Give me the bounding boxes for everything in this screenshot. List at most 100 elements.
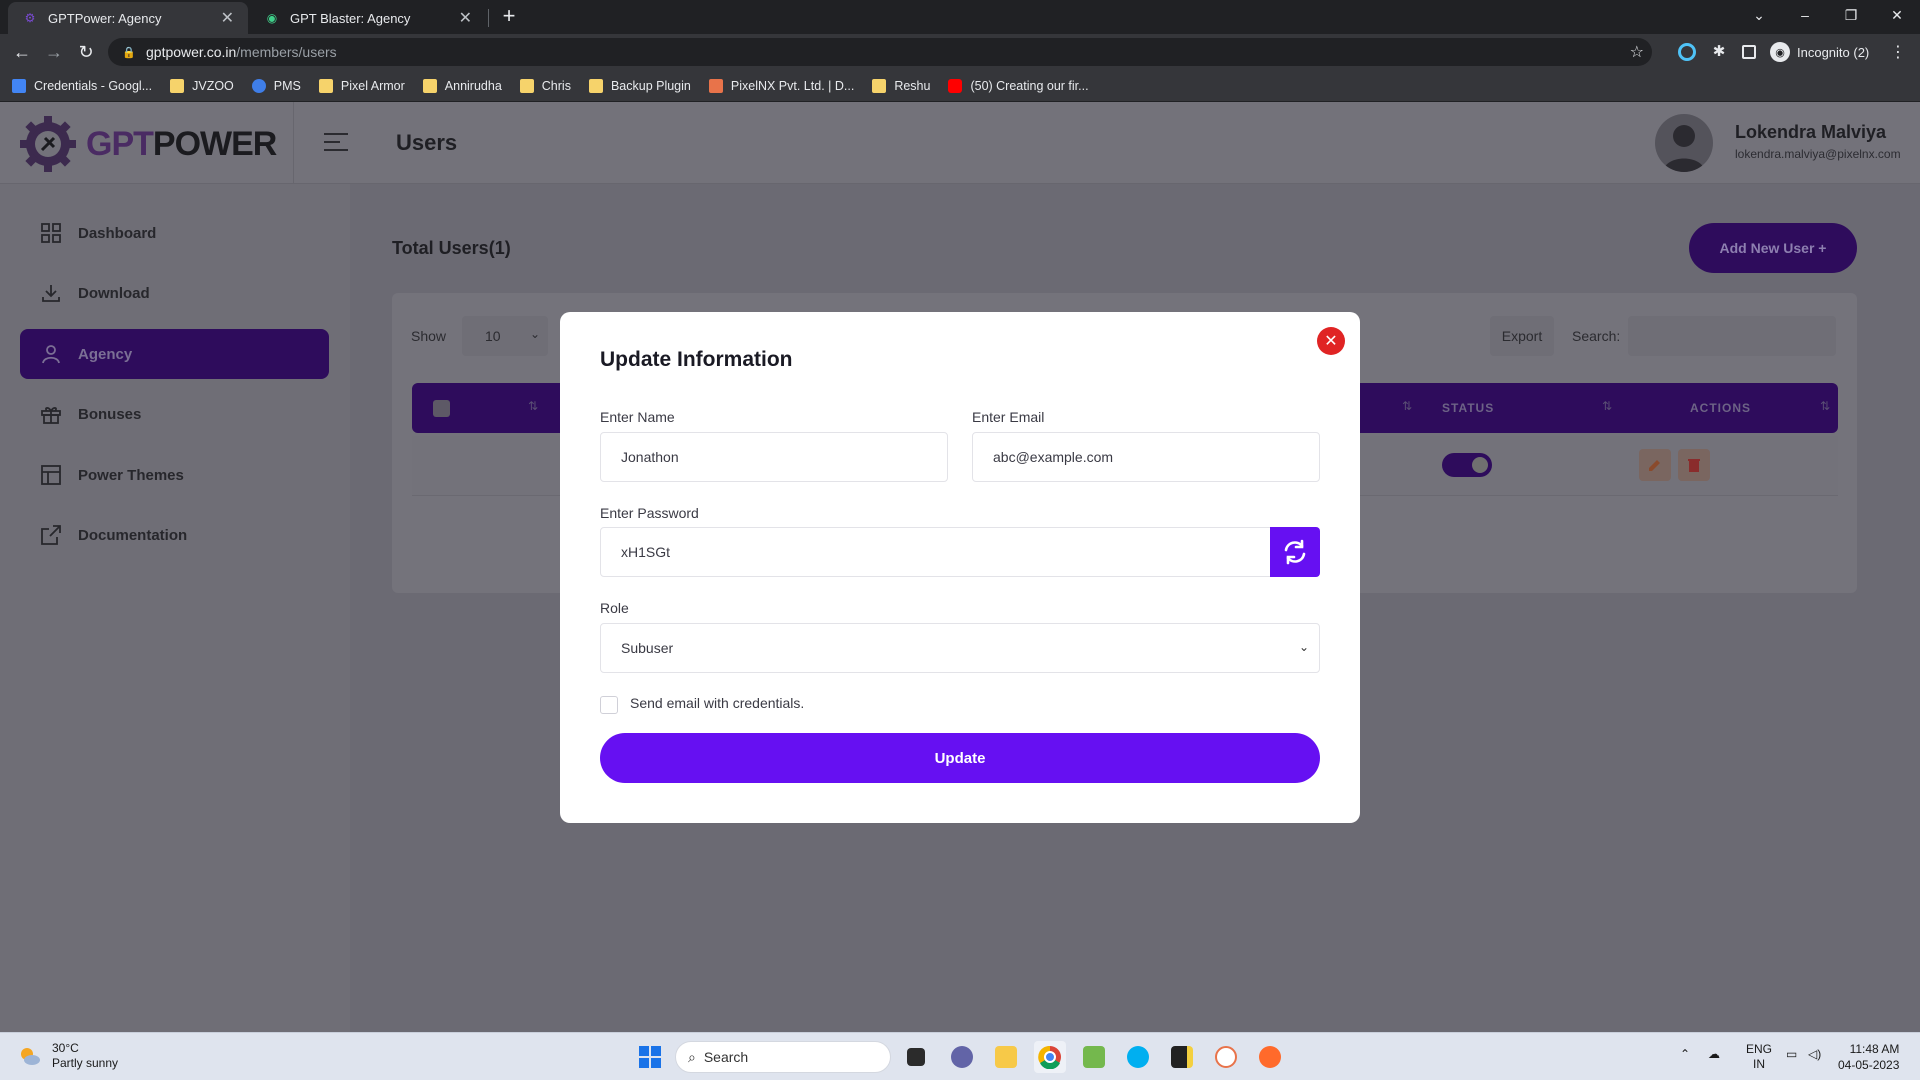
column-header-actions[interactable]: ACTIONS xyxy=(1690,401,1751,415)
url-field[interactable]: 🔒 gptpower.co.in/members/users ☆ xyxy=(108,38,1652,66)
new-tab-button[interactable]: + xyxy=(498,4,520,28)
folder-icon xyxy=(422,78,437,93)
bookmark-item[interactable]: Chris xyxy=(519,78,571,93)
bookmark-item[interactable]: PixelNX Pvt. Ltd. | D... xyxy=(708,78,854,93)
teams-chat-icon[interactable] xyxy=(946,1041,978,1073)
logo-power-text: POWER xyxy=(152,124,277,163)
select-all-checkbox[interactable] xyxy=(433,400,450,417)
extension-color-icon[interactable] xyxy=(1678,43,1696,61)
taskbar-search-box[interactable]: ⌕ Search xyxy=(675,1041,891,1073)
sort-icon[interactable]: ⇅ xyxy=(1820,399,1830,413)
chrome-icon[interactable] xyxy=(1034,1041,1066,1073)
hamburger-menu-icon[interactable] xyxy=(324,133,348,151)
total-users-heading: Total Users(1) xyxy=(392,238,511,258)
show-hidden-icons-chevron-icon[interactable]: ⌃ xyxy=(1680,1047,1690,1061)
incognito-icon: ◉ xyxy=(1770,42,1790,62)
email-field[interactable]: abc@example.com xyxy=(972,432,1320,482)
tab-close-icon[interactable]: ✕ xyxy=(459,8,472,28)
user-silhouette-icon xyxy=(1663,125,1705,172)
bookmark-item[interactable]: Backup Plugin xyxy=(588,78,691,93)
bookmark-item[interactable]: PMS xyxy=(251,78,301,93)
volume-icon[interactable]: ◁) xyxy=(1808,1047,1821,1061)
side-panel-icon[interactable] xyxy=(1742,45,1756,59)
back-button[interactable]: ← xyxy=(10,40,34,64)
sort-icon[interactable]: ⇅ xyxy=(1602,399,1612,413)
weather-description: Partly sunny xyxy=(52,1056,119,1070)
sidebar-item-dashboard[interactable]: Dashboard xyxy=(20,208,329,258)
extensions-puzzle-icon[interactable]: ✱ xyxy=(1710,43,1728,61)
tab-gpt-blaster-agency[interactable]: ◉ GPT Blaster: Agency ✕ xyxy=(250,2,486,34)
page-title: Users xyxy=(396,130,458,155)
weather-widget[interactable]: 30°C Partly sunny xyxy=(18,1041,118,1071)
close-modal-button[interactable]: ✕ xyxy=(1317,327,1345,355)
bookmark-star-icon[interactable]: ☆ xyxy=(1630,42,1644,62)
regenerate-password-button[interactable] xyxy=(1270,527,1320,577)
password-field[interactable]: xH1SGt xyxy=(600,527,1271,577)
folder-icon xyxy=(318,78,333,93)
layout-icon xyxy=(41,465,61,485)
export-button[interactable]: Export xyxy=(1490,316,1554,356)
role-label: Role xyxy=(600,600,629,616)
sort-icon[interactable]: ⇅ xyxy=(1402,399,1412,413)
name-label: Enter Name xyxy=(600,409,675,425)
todo-checkmark-icon[interactable] xyxy=(1210,1041,1242,1073)
forward-button[interactable]: → xyxy=(42,40,66,64)
sidebar-item-label: Power Themes xyxy=(78,466,184,484)
send-email-checkbox[interactable] xyxy=(600,696,618,714)
show-entries-select[interactable]: 10 ⌄ xyxy=(462,316,548,356)
restore-button[interactable]: ❐ xyxy=(1828,0,1874,30)
delete-button[interactable] xyxy=(1678,449,1710,481)
tab-gptpower-agency[interactable]: ⚙ GPTPower: Agency ✕ xyxy=(8,2,248,34)
bookmark-item[interactable]: Reshu xyxy=(872,78,930,93)
sidebar-item-agency[interactable]: Agency xyxy=(20,329,329,379)
gpt-blaster-favicon-icon: ◉ xyxy=(266,11,278,25)
sidebar-item-label: Download xyxy=(78,284,150,302)
sidebar-item-power-themes[interactable]: Power Themes xyxy=(20,450,329,500)
avatar[interactable] xyxy=(1655,114,1713,172)
tab-title: GPTPower: Agency xyxy=(48,10,162,26)
bookmark-label: (50) Creating our fir... xyxy=(970,78,1089,93)
user-name: Lokendra Malviya xyxy=(1735,122,1887,142)
input-language-indicator[interactable]: ENG IN xyxy=(1746,1042,1772,1072)
update-button[interactable]: Update xyxy=(600,733,1320,783)
notepad-icon[interactable] xyxy=(1078,1041,1110,1073)
close-window-button[interactable]: ✕ xyxy=(1874,0,1920,30)
browser-tab-bar: ⚙ GPTPower: Agency ✕ ◉ GPT Blaster: Agen… xyxy=(0,0,1920,34)
pen-app-icon[interactable] xyxy=(1254,1041,1286,1073)
sidebar-item-bonuses[interactable]: Bonuses xyxy=(20,389,329,439)
tab-close-icon[interactable]: ✕ xyxy=(221,8,234,28)
sort-icon[interactable]: ⇅ xyxy=(528,399,538,413)
sidebar-item-documentation[interactable]: Documentation xyxy=(20,510,329,560)
gptpower-logo[interactable]: GPTPOWER xyxy=(18,114,277,174)
skype-icon[interactable] xyxy=(1122,1041,1154,1073)
bookmark-item[interactable]: Pixel Armor xyxy=(318,78,405,93)
tab-search-chevron-icon[interactable]: ⌄ xyxy=(1736,0,1782,30)
reload-button[interactable]: ↻ xyxy=(74,40,98,64)
edit-button[interactable] xyxy=(1639,449,1671,481)
minimize-button[interactable]: – xyxy=(1782,0,1828,30)
search-icon: ⌕ xyxy=(688,1048,696,1065)
table-search-input[interactable] xyxy=(1628,316,1836,356)
windows-start-icon[interactable] xyxy=(634,1041,666,1073)
network-tray-icon[interactable]: ☁ xyxy=(1708,1047,1720,1061)
task-view-icon[interactable] xyxy=(900,1041,932,1073)
display-tray-icon[interactable]: ▭ xyxy=(1786,1047,1797,1061)
column-header-status[interactable]: STATUS xyxy=(1442,401,1494,415)
bookmark-item[interactable]: JVZOO xyxy=(170,78,234,93)
incognito-profile-button[interactable]: ◉ Incognito (2) xyxy=(1770,41,1869,63)
system-clock[interactable]: 11:48 AM 04-05-2023 xyxy=(1838,1041,1899,1073)
add-new-user-button[interactable]: Add New User + xyxy=(1689,223,1857,273)
name-field[interactable]: Jonathon xyxy=(600,432,948,482)
file-explorer-icon[interactable] xyxy=(990,1041,1022,1073)
bookmark-item[interactable]: Credentials - Googl... xyxy=(12,78,152,93)
bookmark-item[interactable]: (50) Creating our fir... xyxy=(948,78,1089,93)
browser-menu-icon[interactable]: ⋮ xyxy=(1890,42,1906,62)
sticky-notes-icon[interactable] xyxy=(1166,1041,1198,1073)
bookmark-item[interactable]: Annirudha xyxy=(422,78,502,93)
role-select[interactable]: Subuser ⌄ xyxy=(600,623,1320,673)
sidebar-item-label: Bonuses xyxy=(78,405,142,423)
modal-title: Update Information xyxy=(600,348,793,371)
status-toggle[interactable] xyxy=(1442,453,1492,477)
sidebar-item-download[interactable]: Download xyxy=(20,268,329,318)
send-email-label[interactable]: Send email with credentials. xyxy=(630,695,804,711)
